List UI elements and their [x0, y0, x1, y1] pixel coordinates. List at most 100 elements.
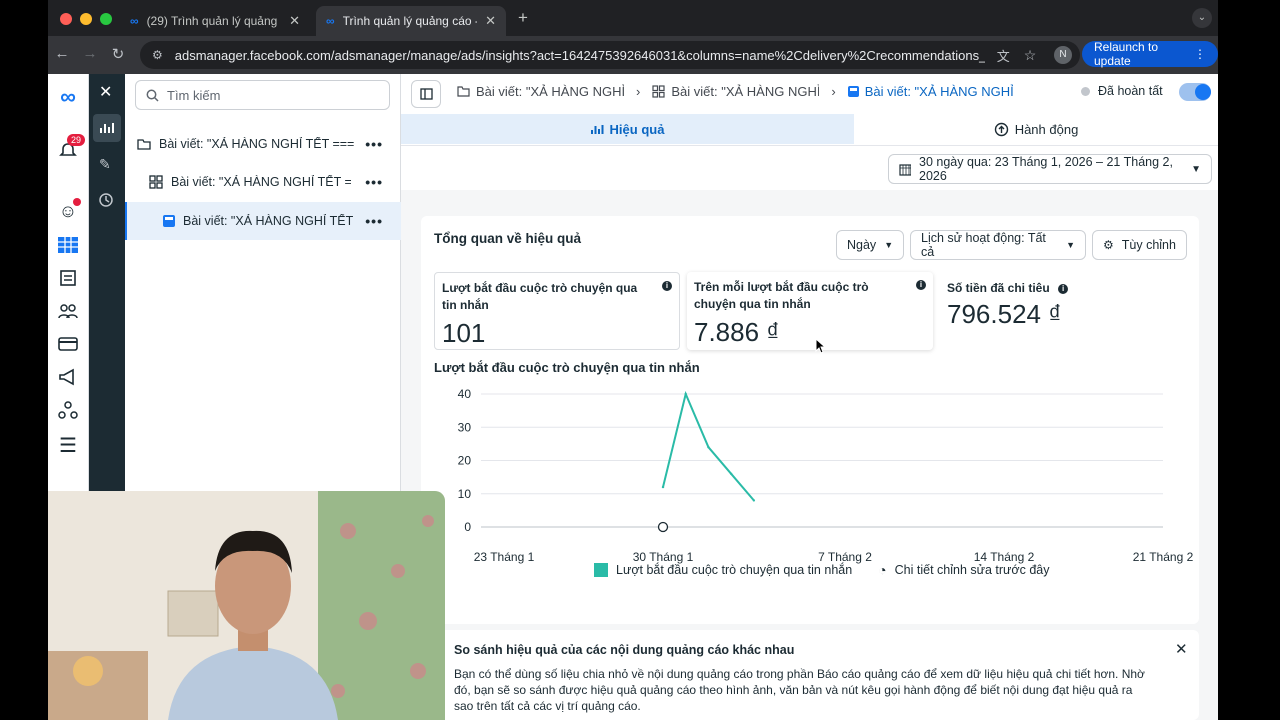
campaign-megaphone-icon[interactable]	[57, 366, 79, 388]
catalog-icon[interactable]	[57, 267, 79, 289]
bookmark-star-icon[interactable]: ☆	[1024, 47, 1037, 64]
history-icon[interactable]	[98, 192, 114, 213]
metric-cost-per-conversation[interactable]: Trên mỗi lượt bắt đầu cuộc trò chuyện qu…	[687, 272, 933, 350]
translate-icon[interactable]: 文	[997, 46, 1010, 65]
y-tick-label: 30	[458, 420, 472, 434]
back-icon[interactable]: ←	[52, 45, 72, 62]
y-tick-label: 0	[464, 520, 471, 534]
webcam-overlay	[48, 491, 445, 720]
billing-card-icon[interactable]	[57, 333, 79, 355]
relaunch-button[interactable]: Relaunch to update ⋮	[1082, 40, 1218, 68]
tab-label: Hành động	[1014, 121, 1079, 137]
notifications-icon[interactable]: 29	[57, 134, 86, 162]
close-tab-icon[interactable]: ✕	[289, 13, 300, 29]
tree-item-label: Bài viết: "XẢ HÀNG NGHỈ TẾT ...	[183, 214, 355, 228]
tree-search-input[interactable]: Tìm kiếm	[135, 80, 390, 110]
caret-down-icon: ▼	[1066, 240, 1075, 250]
metric-label: Số tiền đã chi tiêu	[947, 281, 1050, 295]
activity-history-dropdown[interactable]: Lịch sử hoạt động: Tất cả ▼	[910, 230, 1086, 260]
account-quality-icon[interactable]: ☺	[57, 198, 81, 222]
close-notice-icon[interactable]: ✕	[1175, 640, 1188, 658]
more-options-icon[interactable]: •••	[365, 213, 383, 229]
breadcrumb-trail: Bài viết: "XẢ HÀNG NGHỈ T › Bài viết: "X…	[457, 84, 1025, 99]
info-icon[interactable]: i	[916, 280, 926, 290]
date-row: 30 ngày qua: 23 Tháng 1, 2026 – 21 Tháng…	[401, 146, 1218, 190]
chevron-right-icon: ›	[831, 84, 836, 99]
tab-search-button[interactable]: ⌄	[1192, 8, 1212, 28]
meta-icon: ∞	[326, 14, 335, 28]
granularity-dropdown[interactable]: Ngày ▼	[836, 230, 904, 260]
edit-history-marker	[657, 521, 669, 533]
tab-actions[interactable]: Hành động	[854, 114, 1218, 144]
notice-body: Bạn có thể dùng số liệu chia nhỏ về nội …	[454, 667, 1145, 713]
meta-logo-icon[interactable]: ∞	[57, 84, 79, 109]
customize-button[interactable]: ⚙ Tùy chỉnh	[1092, 230, 1187, 260]
chevron-right-icon: ›	[636, 84, 641, 99]
caret-down-icon: ▼	[884, 240, 894, 250]
ad-icon	[163, 215, 175, 227]
ads-manager-icon[interactable]	[57, 234, 79, 256]
tab-performance[interactable]: Hiệu quả	[401, 114, 854, 144]
tab-title: (29) Trình quản lý quảng cáo	[146, 14, 282, 28]
ad-toggle[interactable]	[1179, 83, 1211, 101]
url-field[interactable]: ⚙ adsmanager.facebook.com/adsmanager/man…	[140, 41, 1080, 69]
browser-tab-1[interactable]: ∞ (29) Trình quản lý quảng cáo ✕	[120, 6, 310, 36]
profile-avatar[interactable]: N	[1054, 46, 1072, 64]
info-icon[interactable]: i	[1058, 284, 1069, 294]
status-label: Đã hoàn tất	[1098, 84, 1163, 98]
breadcrumb-ad[interactable]: Bài viết: "XẢ HÀNG NGHỈ T	[847, 84, 1013, 99]
business-settings-icon[interactable]	[57, 399, 79, 421]
notice-title: So sánh hiệu quả của các nội dung quảng …	[454, 643, 795, 657]
date-range-picker[interactable]: 30 ngày qua: 23 Tháng 1, 2026 – 21 Tháng…	[888, 154, 1212, 184]
close-tab-icon[interactable]: ✕	[485, 13, 496, 29]
tab-strip: ∞ (29) Trình quản lý quảng cáo ✕ ∞ Trình…	[48, 0, 1218, 36]
zoom-window-button[interactable]	[100, 13, 112, 25]
breadcrumb-campaign[interactable]: Bài viết: "XẢ HÀNG NGHỈ T	[457, 84, 624, 99]
arrow-up-circle-icon	[994, 122, 1008, 136]
tree-item-ad[interactable]: Bài viết: "XẢ HÀNG NGHỈ TẾT ... •••	[125, 202, 401, 240]
close-panel-icon[interactable]: ✕	[99, 82, 112, 102]
toggle-sidebar-button[interactable]	[411, 80, 441, 108]
caret-down-icon: ▼	[1191, 163, 1201, 175]
y-tick-label: 40	[458, 387, 472, 401]
breadcrumb-label: Bài viết: "XẢ HÀNG NGHỈ T	[671, 84, 820, 99]
close-window-button[interactable]	[60, 13, 72, 25]
compare-creatives-notice: So sánh hiệu quả của các nội dung quảng …	[421, 630, 1199, 720]
button-label: Tùy chỉnh	[1121, 238, 1176, 252]
presenter-video	[48, 491, 445, 720]
more-options-icon[interactable]: •••	[365, 174, 383, 190]
metric-conversations[interactable]: Lượt bắt đầu cuộc trò chuyện qua tin nhắ…	[434, 272, 680, 350]
tree-item-campaign[interactable]: Bài viết: "XẢ HÀNG NGHỈ TẾT === ... •••	[125, 126, 401, 162]
main-content: Bài viết: "XẢ HÀNG NGHỈ T › Bài viết: "X…	[401, 74, 1218, 720]
breadcrumb-label: Bài viết: "XẢ HÀNG NGHỈ T	[864, 84, 1013, 99]
y-tick-label: 20	[458, 454, 472, 468]
new-tab-button[interactable]: +	[518, 8, 528, 28]
tab-title: Trình quản lý quảng cáo - Qu	[342, 14, 478, 28]
all-tools-menu-icon[interactable]: ☰	[57, 434, 79, 457]
tree-item-label: Bài viết: "XẢ HÀNG NGHỈ TẾT =...	[171, 175, 351, 189]
grid-icon	[149, 175, 163, 189]
data-point	[729, 472, 733, 475]
breadcrumb-adset[interactable]: Bài viết: "XẢ HÀNG NGHỈ T	[652, 84, 819, 99]
site-settings-icon[interactable]: ⚙	[152, 48, 163, 62]
url-text: adsmanager.facebook.com/adsmanager/manag…	[174, 47, 985, 63]
more-options-icon[interactable]: •••	[365, 136, 383, 152]
metric-amount-spent[interactable]: Số tiền đã chi tiêu i 796.524 ₫	[940, 272, 1140, 350]
ad-icon	[847, 86, 859, 97]
x-tick-label: 21 Tháng 2	[1133, 550, 1194, 564]
metric-label: Lượt bắt đầu cuộc trò chuyện qua tin nhắ…	[442, 281, 638, 312]
grid-icon	[652, 85, 665, 98]
x-tick-label: 23 Tháng 1	[474, 550, 535, 564]
browser-tab-2[interactable]: ∞ Trình quản lý quảng cáo - Qu ✕	[316, 6, 506, 36]
edit-pencil-icon[interactable]: ✎	[99, 156, 111, 173]
audiences-icon[interactable]	[57, 300, 79, 322]
data-point	[707, 446, 710, 449]
info-icon[interactable]: i	[662, 281, 672, 291]
date-range-label: 30 ngày qua: 23 Tháng 1, 2026 – 21 Tháng…	[919, 155, 1173, 183]
performance-view-icon[interactable]	[93, 114, 121, 142]
forward-icon[interactable]: →	[80, 45, 100, 62]
folder-icon	[137, 139, 151, 150]
reload-icon[interactable]: ↻	[108, 45, 128, 63]
minimize-window-button[interactable]	[80, 13, 92, 25]
tree-item-adset[interactable]: Bài viết: "XẢ HÀNG NGHỈ TẾT =... •••	[125, 164, 401, 200]
